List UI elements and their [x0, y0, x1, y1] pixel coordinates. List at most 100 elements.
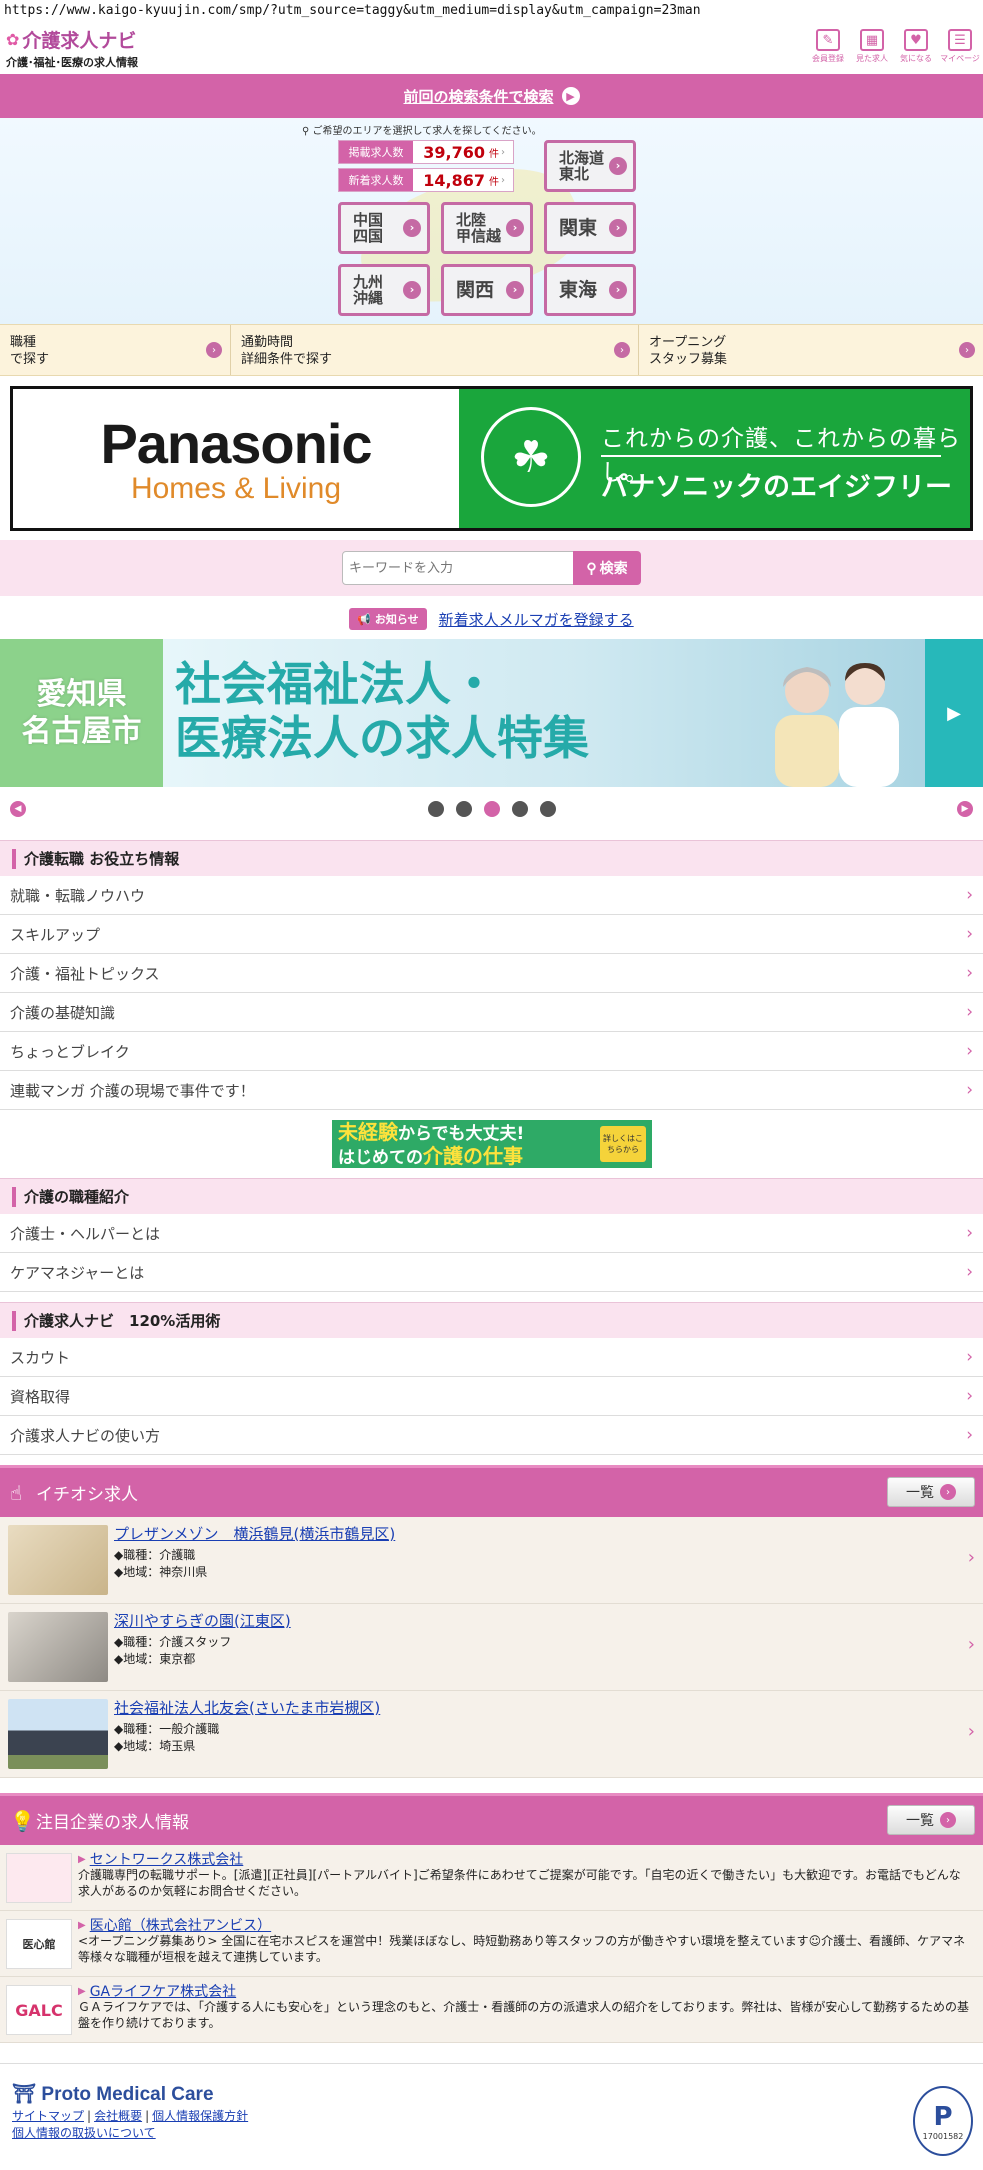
company-item[interactable]: GALC ▶ GAライフケア株式会社 ＧＡライフケアでは、「介護する人にも安心を」… [0, 1977, 983, 2043]
notice-badge-label: お知らせ [374, 613, 419, 626]
search-by-commute[interactable]: 通勤時間 詳細条件で探す › [231, 325, 639, 375]
header-icon-label: マイページ [940, 54, 980, 63]
job-item[interactable]: 深川やすらぎの園(江東区) ◆職種：介護スタッフ ◆地域：東京都 › [0, 1604, 983, 1691]
list-item[interactable]: スカウト › [0, 1338, 983, 1377]
region-label: 中国 四国 [353, 210, 384, 245]
region-hokuriku-koshinetsu[interactable]: 北陸 甲信越 › [441, 202, 533, 254]
job-title-link[interactable]: 社会福祉法人北友会(さいたま市岩槻区) [114, 1697, 380, 1718]
list-item[interactable]: 介護士・ヘルパーとは › [0, 1214, 983, 1253]
company-name-link[interactable]: セントワークス株式会社 [90, 1849, 244, 1869]
company-description: <オープニング募集あり> 全国に在宅ホスピスを運営中！残業ほぼなし、時短勤務あり… [78, 1934, 966, 1965]
company-logo: 医心館 [6, 1919, 72, 1969]
carousel-dot-active[interactable] [483, 801, 500, 817]
job-title-link[interactable]: プレザンメゾン 横浜鶴見(横浜市鶴見区) [114, 1523, 395, 1544]
chevron-right-icon: › [609, 157, 627, 175]
list-item[interactable]: 介護求人ナビの使い方 › [0, 1416, 983, 1455]
carousel-dot[interactable] [427, 801, 444, 817]
footer-link-personal-info[interactable]: 個人情報の取扱いについて [12, 2126, 156, 2140]
url-bar[interactable]: https://www.kaigo-kyuujin.com/smp/?utm_s… [0, 0, 983, 22]
footer-logo[interactable]: ⛩ Proto Medical Care [12, 2082, 214, 2106]
search-opening-staff[interactable]: オープニング スタッフ募集 › [639, 325, 983, 375]
condition-label: 通勤時間 詳細条件で探す [241, 335, 333, 367]
region-chugoku-shikoku[interactable]: 中国 四国 › [338, 202, 430, 254]
search-by-occupation[interactable]: 職種 で探す › [0, 325, 231, 375]
new-jobs-count[interactable]: 新着求人数 14,867 件 › [338, 168, 514, 192]
footer-link-company[interactable]: 会社概要 [94, 2109, 142, 2123]
keyword-search-input[interactable] [342, 551, 574, 585]
region-tokai[interactable]: 東海 › [544, 264, 636, 316]
list-item[interactable]: ケアマネジャーとは › [0, 1253, 983, 1292]
chevron-right-icon: › [501, 174, 505, 186]
panasonic-sub: Homes & Living [130, 472, 342, 505]
job-meta: ◆職種：介護職 ◆地域：神奈川県 [114, 1547, 207, 1581]
carousel-dot[interactable] [511, 801, 528, 817]
list-item-label: 就職・転職ノウハウ [10, 886, 146, 905]
chevron-right-icon: › [966, 963, 973, 983]
search-button[interactable]: ⚲ 検索 [573, 551, 641, 585]
carousel-dot[interactable] [539, 801, 556, 817]
chevron-right-icon: › [966, 1386, 973, 1406]
beginner-banner[interactable]: 未経験からでも大丈夫! はじめての介護の仕事 詳しくはこちらから [332, 1120, 652, 1168]
header-register-button[interactable]: ✎ 会員登録 [809, 26, 847, 64]
chevron-right-icon: › [501, 146, 505, 158]
map-note: ⚲ ご希望のエリアを選択して求人を探してください。 [302, 122, 542, 137]
job-item[interactable]: 社会福祉法人北友会(さいたま市岩槻区) ◆職種：一般介護職 ◆地域：埼玉県 › [0, 1691, 983, 1778]
list-item[interactable]: 介護・福祉トピックス › [0, 954, 983, 993]
privacy-mark[interactable]: P 17001582 [913, 2086, 973, 2156]
header-mypage-button[interactable]: ☰ マイページ [940, 26, 980, 64]
company-description: ＧＡライフケアでは、「介護する人にも安心を」という理念のもと、介護士・看護師の方… [78, 2000, 970, 2031]
carousel-next-icon[interactable]: ▶ [957, 801, 973, 817]
banner-text: 介護の仕事 [423, 1144, 523, 1168]
carousel-prev-icon[interactable]: ◀ [10, 801, 26, 817]
region-kanto[interactable]: 関東 › [544, 202, 636, 254]
list-item[interactable]: 介護の基礎知識 › [0, 993, 983, 1032]
total-jobs-count[interactable]: 掲載求人数 39,760 件 › [338, 140, 514, 164]
privacy-mark-letter: P [933, 2101, 953, 2132]
section-header-utilization: 介護求人ナビ 120%活用術 [0, 1302, 983, 1338]
pickup-list-button[interactable]: 一覧 › [887, 1477, 975, 1507]
panasonic-banner[interactable]: Panasonic Homes & Living ☘ これからの介護、これからの… [10, 386, 973, 531]
section-title: 介護求人ナビ 120%活用術 [24, 1312, 221, 1330]
aichi-feature-banner[interactable]: 愛知県 名古屋市 社会福祉法人・ 医療法人の求人特集 ▶ [0, 639, 983, 787]
region-hokkaido-tohoku[interactable]: 北海道 東北 › [544, 140, 636, 192]
header-favorite-button[interactable]: ♥ 気になる [897, 26, 935, 64]
companies-list-button[interactable]: 一覧 › [887, 1805, 975, 1835]
company-item[interactable]: ▶ セントワークス株式会社 介護職専門の転職サポート。[派遣][正社員][パートア… [0, 1845, 983, 1911]
banner-next-icon[interactable]: ▶ [925, 639, 983, 787]
company-name-link[interactable]: GAライフケア株式会社 [90, 1981, 236, 2001]
list-item-label: 介護士・ヘルパーとは [10, 1224, 161, 1243]
region-kyushu-okinawa[interactable]: 九州 沖縄 › [338, 264, 430, 316]
newsletter-link[interactable]: 新着求人メルマガを登録する [439, 609, 634, 630]
previous-search-label: 前回の検索条件で検索 [403, 87, 554, 106]
carousel-dots: ◀ ▶ [0, 796, 983, 822]
list-item-label: 介護の基礎知識 [10, 1003, 116, 1022]
list-item[interactable]: 就職・転職ノウハウ › [0, 876, 983, 915]
carousel-dot[interactable] [455, 801, 472, 817]
list-item[interactable]: 資格取得 › [0, 1377, 983, 1416]
job-thumbnail [8, 1612, 108, 1682]
job-thumbnail [8, 1699, 108, 1769]
list-item[interactable]: スキルアップ › [0, 915, 983, 954]
job-item[interactable]: プレザンメゾン 横浜鶴見(横浜市鶴見区) ◆職種：介護職 ◆地域：神奈川県 › [0, 1517, 983, 1604]
header-viewed-button[interactable]: ▦ 見た求人 [853, 26, 891, 64]
logo-text: 介護求人ナビ [22, 30, 137, 52]
company-item[interactable]: 医心館 ▶ 医心館（株式会社アンビス） <オープニング募集あり> 全国に在宅ホスピ… [0, 1911, 983, 1977]
count-value: 14,867 [423, 170, 485, 190]
pin-icon: ⚲ [302, 126, 310, 137]
list-item[interactable]: ちょっとブレイク › [0, 1032, 983, 1071]
region-label: 関西 [456, 278, 495, 301]
list-item[interactable]: 連載マンガ 介護の現場で事件です！ › [0, 1071, 983, 1110]
chevron-right-icon: › [966, 1262, 973, 1282]
map-note-text: ご希望のエリアを選択して求人を探してください。 [312, 126, 542, 137]
job-title-link[interactable]: 深川やすらぎの園(江東区) [114, 1610, 291, 1631]
company-name-link[interactable]: 医心館（株式会社アンビス） [90, 1915, 271, 1935]
footer-link-privacy-policy[interactable]: 個人情報保護方針 [152, 2109, 248, 2123]
site-logo[interactable]: ✿ 介護求人ナビ 介護･福祉･医療の求人情報 [6, 26, 138, 70]
mypage-icon: ☰ [948, 29, 972, 51]
footer-link-sitemap[interactable]: サイトマップ [12, 2109, 84, 2123]
header-icon-label: 会員登録 [812, 54, 844, 63]
privacy-mark-number: 17001582 [922, 2131, 964, 2141]
banner-text: はじめての [338, 1148, 423, 1168]
region-kansai[interactable]: 関西 › [441, 264, 533, 316]
previous-search-button[interactable]: 前回の検索条件で検索 ▶ [0, 74, 983, 118]
